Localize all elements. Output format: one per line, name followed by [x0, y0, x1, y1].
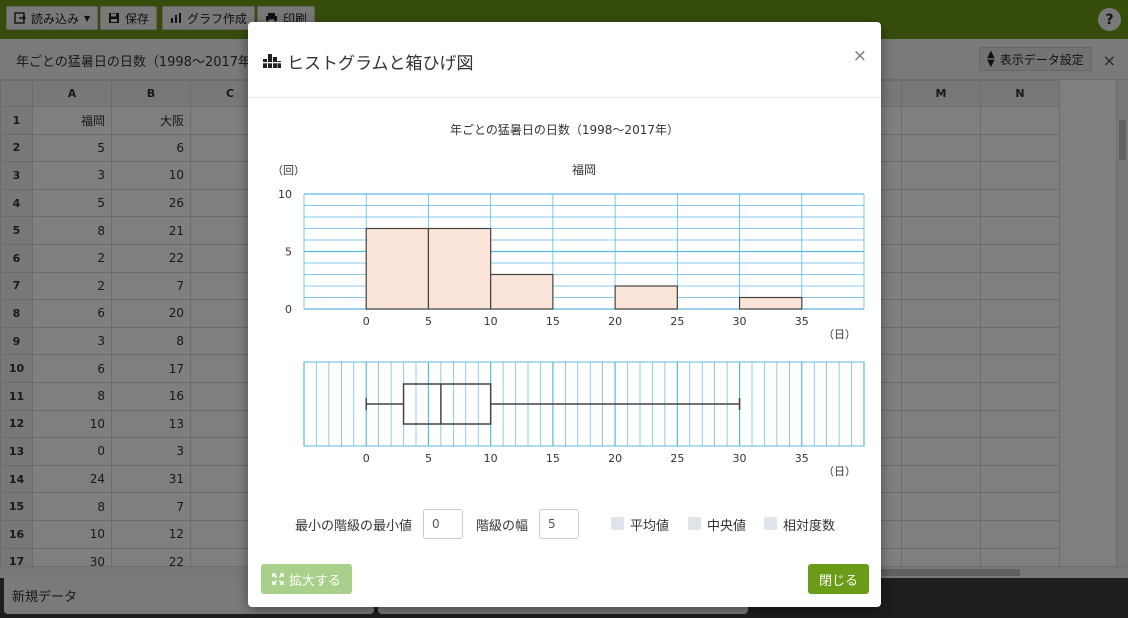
- x-tick-label: 10: [484, 315, 498, 328]
- histogram-icon: [263, 54, 281, 68]
- x-tick-label: 25: [670, 315, 684, 328]
- x-tick-label: 15: [546, 452, 560, 465]
- expand-icon: [272, 573, 284, 585]
- y-tick-label: 5: [285, 246, 292, 259]
- x-tick-label: 0: [363, 315, 370, 328]
- y-tick-label: 0: [285, 303, 292, 316]
- x-axis-label: （日）: [823, 465, 856, 478]
- min-class-input[interactable]: [423, 509, 463, 539]
- x-tick-label: 30: [733, 315, 747, 328]
- box: [402, 383, 492, 425]
- chart-title: 年ごとの猛暑日の日数（1998〜2017年）: [450, 123, 679, 137]
- close-dialog-button[interactable]: 閉じる: [807, 564, 869, 594]
- mean-label: 平均値: [630, 519, 670, 534]
- relative-frequency-label: 相対度数: [783, 519, 836, 534]
- relative-frequency-checkbox[interactable]: [764, 517, 777, 530]
- dialog-header: ヒストグラムと箱ひげ図 ×: [248, 22, 881, 98]
- dialog-title: ヒストグラムと箱ひげ図: [287, 54, 474, 74]
- dialog-close-icon[interactable]: ×: [853, 46, 867, 66]
- x-tick-label: 15: [546, 315, 560, 328]
- x-tick-label: 5: [425, 452, 432, 465]
- min-class-label: 最小の階級の最小値: [295, 519, 413, 534]
- y-axis-label: （回）: [272, 164, 305, 177]
- x-tick-label: 0: [363, 452, 370, 465]
- x-tick-label: 5: [425, 315, 432, 328]
- histogram-bar: [427, 227, 492, 310]
- x-tick-label: 10: [484, 452, 498, 465]
- histogram-bar: [365, 227, 430, 310]
- x-tick-label: 35: [795, 452, 809, 465]
- x-tick-label: 30: [733, 452, 747, 465]
- histogram-bar: [490, 273, 554, 310]
- histogram-boxplot-dialog: ヒストグラムと箱ひげ図 × 年ごとの猛暑日の日数（1998〜2017年） 0 5 1…: [248, 22, 881, 607]
- histogram-bar: [738, 296, 803, 310]
- median-checkbox[interactable]: [688, 517, 701, 530]
- y-tick-label: 10: [278, 188, 292, 201]
- zoom-label: 拡大する: [289, 573, 342, 589]
- chart-subtitle: 福岡: [572, 162, 596, 177]
- histogram-boxplot-chart: 0 5 10 0 5 10 15 20 25 30 35 （回） 福岡 （日） 0 5 10 15 20 25 30 35…: [272, 162, 865, 478]
- class-width-label: 階級の幅: [476, 519, 529, 534]
- histogram-bar: [614, 285, 678, 310]
- x-tick-label: 20: [608, 452, 622, 465]
- x-tick-label: 35: [795, 315, 809, 328]
- x-axis-label: （日）: [823, 328, 856, 341]
- median-label: 中央値: [707, 519, 747, 534]
- class-width-input[interactable]: [539, 509, 579, 539]
- zoom-button[interactable]: 拡大する: [261, 564, 353, 594]
- x-tick-label: 25: [670, 452, 684, 465]
- mean-checkbox[interactable]: [611, 517, 624, 530]
- x-tick-label: 20: [608, 315, 622, 328]
